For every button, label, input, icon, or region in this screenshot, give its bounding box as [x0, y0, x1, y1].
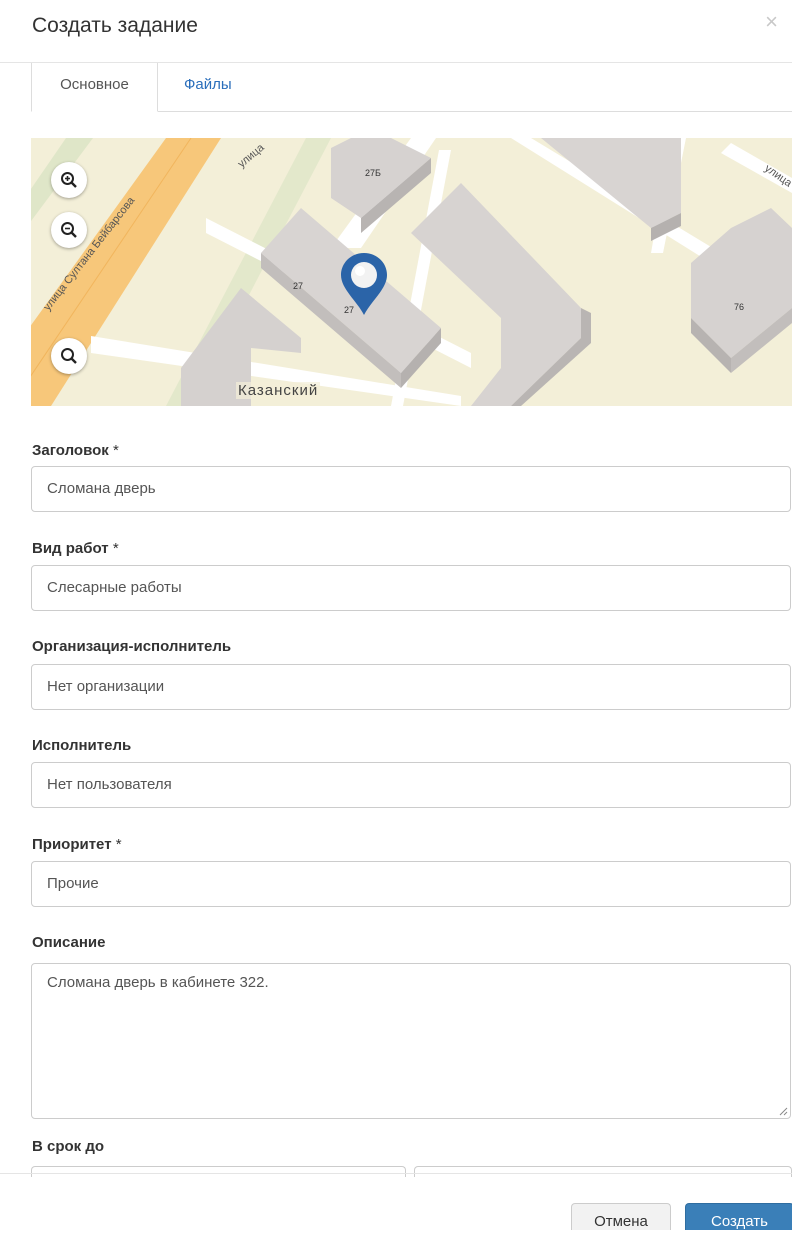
required-mark: *	[112, 540, 119, 557]
cancel-button[interactable]: Отмена	[571, 1203, 671, 1230]
zoom-in-icon	[61, 172, 77, 188]
executor-select[interactable]: Нет пользователя	[31, 762, 791, 808]
zoom-out-icon	[61, 222, 77, 238]
house-number-27: 27	[293, 281, 304, 291]
work-type-label: Вид работ *	[32, 540, 119, 557]
priority-label-text: Приоритет	[32, 836, 112, 853]
work-type-label-text: Вид работ	[32, 540, 109, 557]
org-label: Организация-исполнитель	[32, 638, 232, 655]
map-search-button[interactable]	[51, 338, 87, 374]
deadline-date-input[interactable]	[31, 1166, 406, 1177]
tab-files[interactable]: Файлы	[184, 63, 232, 111]
work-type-select[interactable]: Слесарные работы	[31, 565, 791, 611]
house-number-76: 76	[734, 302, 745, 312]
required-mark: *	[115, 836, 122, 853]
resize-handle-icon[interactable]	[778, 1106, 788, 1116]
map-view[interactable]: улица Султана Бейбарсова улица улица Каз…	[31, 138, 792, 406]
footer-divider	[0, 1173, 792, 1174]
district-label: Казанский	[236, 382, 321, 399]
create-button[interactable]: Создать	[685, 1203, 792, 1230]
title-label-text: Заголовок	[32, 442, 109, 459]
title-label: Заголовок *	[32, 442, 119, 459]
description-label: Описание	[32, 934, 106, 951]
zoom-in-button[interactable]	[51, 162, 87, 198]
modal-title: Создать задание	[32, 14, 198, 37]
deadline-label: В срок до	[32, 1138, 105, 1155]
org-select[interactable]: Нет организации	[31, 664, 791, 710]
close-icon[interactable]: ×	[765, 9, 778, 35]
zoom-out-button[interactable]	[51, 212, 87, 248]
title-input[interactable]: Сломана дверь	[31, 466, 791, 512]
executor-label: Исполнитель	[32, 737, 132, 754]
map-pin-icon[interactable]	[339, 251, 389, 317]
description-text: Сломана дверь в кабинете 322.	[47, 974, 269, 991]
priority-label: Приоритет *	[32, 836, 122, 853]
required-mark: *	[112, 442, 119, 459]
tab-main[interactable]: Основное	[31, 63, 158, 112]
house-number-27b: 27Б	[365, 168, 381, 178]
map-canvas	[31, 138, 792, 406]
tab-bar: Основное Файлы	[31, 63, 792, 112]
deadline-time-input[interactable]	[414, 1166, 792, 1177]
priority-select[interactable]: Прочие	[31, 861, 791, 907]
search-icon	[61, 348, 77, 364]
description-textarea[interactable]: Сломана дверь в кабинете 322.	[31, 963, 791, 1119]
